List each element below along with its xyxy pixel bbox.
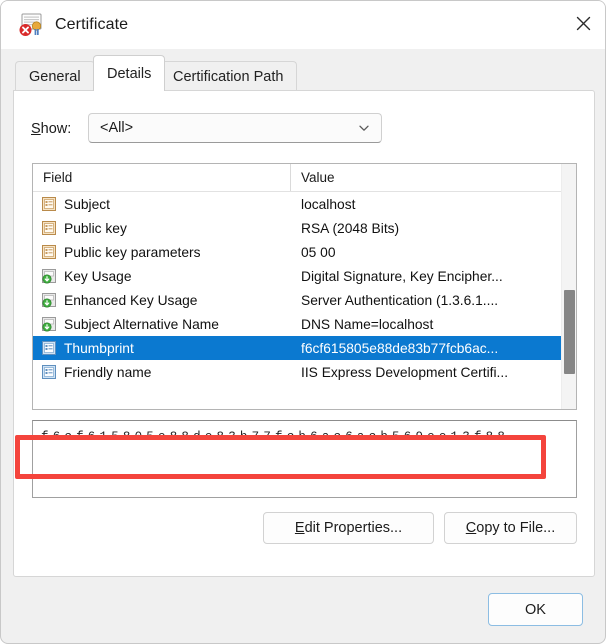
row-field-label: Subject (64, 196, 111, 212)
edit-properties-accel: E (294, 520, 305, 536)
row-value-cell: 05 00 (301, 244, 336, 260)
title-bar: Certificate (1, 1, 605, 49)
row-field-label: Subject Alternative Name (64, 316, 219, 332)
tab-details[interactable]: Details (93, 55, 166, 91)
copy-to-file-button[interactable]: Copy to File... (444, 512, 577, 544)
thumbprint-value-text: f6cf615805e88de83b77fcb6ac6acb569ee13f88 (41, 430, 510, 444)
cert-property-icon (41, 364, 57, 380)
row-field-cell: Subject Alternative Name (33, 316, 291, 332)
cert-field-icon (41, 244, 57, 260)
cert-field-icon (41, 196, 57, 212)
cert-extension-icon (41, 292, 57, 308)
row-field-cell: Subject (33, 196, 291, 212)
list-body: Subject localhost Public key RSA (2048 Bits… (33, 192, 576, 384)
row-value-cell: localhost (301, 196, 356, 212)
show-label-rest: how: (40, 121, 72, 137)
edit-properties-label: dit Properties... (304, 520, 403, 536)
cert-extension-icon (41, 316, 57, 332)
row-field-cell: Enhanced Key Usage (33, 292, 291, 308)
tab-label: Details (107, 65, 152, 82)
table-row[interactable]: Public key parameters 05 00 (33, 240, 576, 264)
details-tab-panel: Show: <All> Field Value Subject localhost… (13, 90, 595, 577)
show-label-accel: S (31, 121, 41, 137)
row-field-cell: Public key (33, 220, 291, 236)
table-row[interactable]: Subject localhost (33, 192, 576, 216)
window-title: Certificate (55, 16, 129, 33)
tab-general[interactable]: General (15, 61, 95, 91)
tab-strip: General Details Certification Path (1, 49, 605, 91)
row-field-cell: Friendly name (33, 364, 291, 380)
show-select[interactable]: <All> (88, 113, 382, 143)
column-header-field[interactable]: Field (33, 164, 291, 191)
edit-properties-button[interactable]: Edit Properties... (263, 512, 434, 544)
row-value-cell: Server Authentication (1.3.6.1.... (301, 292, 499, 308)
show-label: Show: (31, 121, 71, 137)
column-header-value[interactable]: Value (291, 164, 576, 191)
row-field-label: Thumbprint (64, 340, 134, 356)
list-header-row: Field Value (33, 164, 576, 192)
row-field-label: Enhanced Key Usage (64, 292, 198, 308)
show-select-value: <All> (100, 120, 134, 136)
table-row[interactable]: Subject Alternative Name DNS Name=localho… (33, 312, 576, 336)
row-value-cell: Digital Signature, Key Encipher... (301, 268, 503, 284)
cert-field-icon (41, 220, 57, 236)
chevron-down-icon (357, 121, 371, 135)
copy-to-file-label: opy to File... (476, 520, 556, 536)
certificate-error-icon (17, 11, 45, 39)
table-row[interactable]: Friendly name IIS Express Development Cer… (33, 360, 576, 384)
certificate-dialog: Certificate General Details Certificatio… (0, 0, 606, 644)
row-value-cell: f6cf615805e88de83b77fcb6ac... (301, 340, 499, 356)
row-field-label: Public key (64, 220, 127, 236)
cert-property-icon (41, 340, 57, 356)
row-value-cell: IIS Express Development Certifi... (301, 364, 509, 380)
row-field-label: Key Usage (64, 268, 132, 284)
table-row[interactable]: Thumbprint f6cf615805e88de83b77fcb6ac... (33, 336, 576, 360)
close-button[interactable] (559, 1, 605, 45)
row-value-cell: RSA (2048 Bits) (301, 220, 400, 236)
field-value-detail-box[interactable]: f6cf615805e88de83b77fcb6ac6acb569ee13f88 (32, 420, 577, 498)
row-field-cell: Thumbprint (33, 340, 291, 356)
row-field-cell: Key Usage (33, 268, 291, 284)
row-field-label: Public key parameters (64, 244, 201, 260)
row-field-cell: Public key parameters (33, 244, 291, 260)
table-row[interactable]: Public key RSA (2048 Bits) (33, 216, 576, 240)
scrollbar-thumb[interactable] (564, 290, 575, 374)
table-row[interactable]: Enhanced Key Usage Server Authentication … (33, 288, 576, 312)
ok-button[interactable]: OK (488, 593, 583, 626)
row-value-cell: DNS Name=localhost (301, 316, 434, 332)
tab-label: General (29, 68, 81, 85)
ok-button-label: OK (525, 601, 546, 618)
certificate-fields-list[interactable]: Field Value Subject localhost Public key RS… (32, 163, 577, 410)
tab-certification-path[interactable]: Certification Path (159, 61, 298, 91)
copy-to-file-accel: C (465, 520, 477, 536)
table-row[interactable]: Key Usage Digital Signature, Key Encipher… (33, 264, 576, 288)
tab-label: Certification Path (173, 68, 284, 85)
cert-extension-icon (41, 268, 57, 284)
list-scrollbar[interactable] (561, 164, 576, 409)
row-field-label: Friendly name (64, 364, 152, 380)
